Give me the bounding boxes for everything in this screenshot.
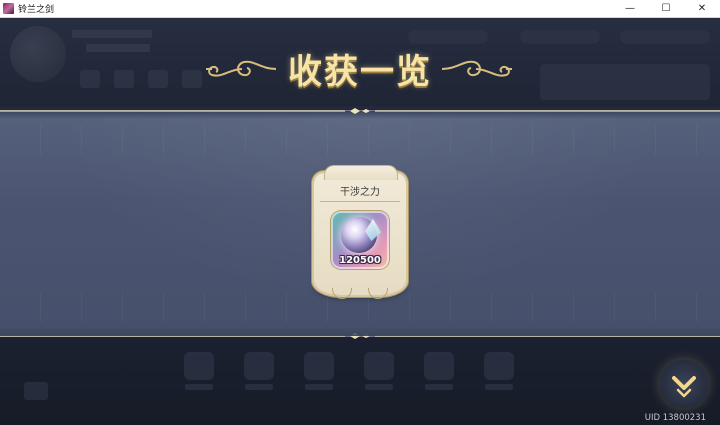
app-icon [3, 3, 14, 14]
menu-item [478, 352, 520, 398]
chat-icon [24, 382, 48, 400]
player-uid: UID 13800231 [644, 413, 706, 423]
panel-pattern [0, 292, 720, 322]
left-flourish-icon [206, 60, 277, 77]
window-controls: — ☐ ✕ [612, 0, 720, 17]
reward-item-name: 干涉之力 [340, 187, 380, 198]
right-flourish-icon [441, 60, 512, 77]
background-bottom-menu [178, 352, 520, 398]
menu-item [358, 352, 400, 398]
crystal-orb-icon[interactable]: 120500 [331, 211, 389, 269]
minimize-button[interactable]: — [612, 0, 648, 17]
reward-item-count: 120500 [339, 255, 381, 266]
rewards-title: 收获一览 [288, 52, 432, 92]
chevron-down-icon [672, 376, 696, 398]
collapse-button[interactable] [660, 360, 708, 408]
menu-item [238, 352, 280, 398]
panel-pattern [0, 125, 720, 155]
player-name-placeholder [72, 30, 152, 38]
reward-item-card[interactable]: 干涉之力 120500 [314, 165, 406, 299]
menu-item [418, 352, 460, 398]
menu-item [178, 352, 220, 398]
game-viewport: 收获一览 干涉之力 120500 UID 13800231 [0, 18, 720, 425]
rewards-title-area: 收获一览 [0, 40, 720, 100]
panel-bottom-divider [0, 333, 720, 339]
window-title: 铃兰之剑 [18, 5, 55, 15]
menu-item [298, 352, 340, 398]
maximize-button[interactable]: ☐ [648, 0, 684, 17]
window-titlebar: 铃兰之剑 — ☐ ✕ [0, 0, 720, 18]
card-divider [320, 201, 400, 202]
close-button[interactable]: ✕ [684, 0, 720, 17]
rewards-panel: 干涉之力 120500 [0, 108, 720, 339]
card-top-tab [324, 165, 398, 180]
panel-top-divider [0, 108, 720, 114]
